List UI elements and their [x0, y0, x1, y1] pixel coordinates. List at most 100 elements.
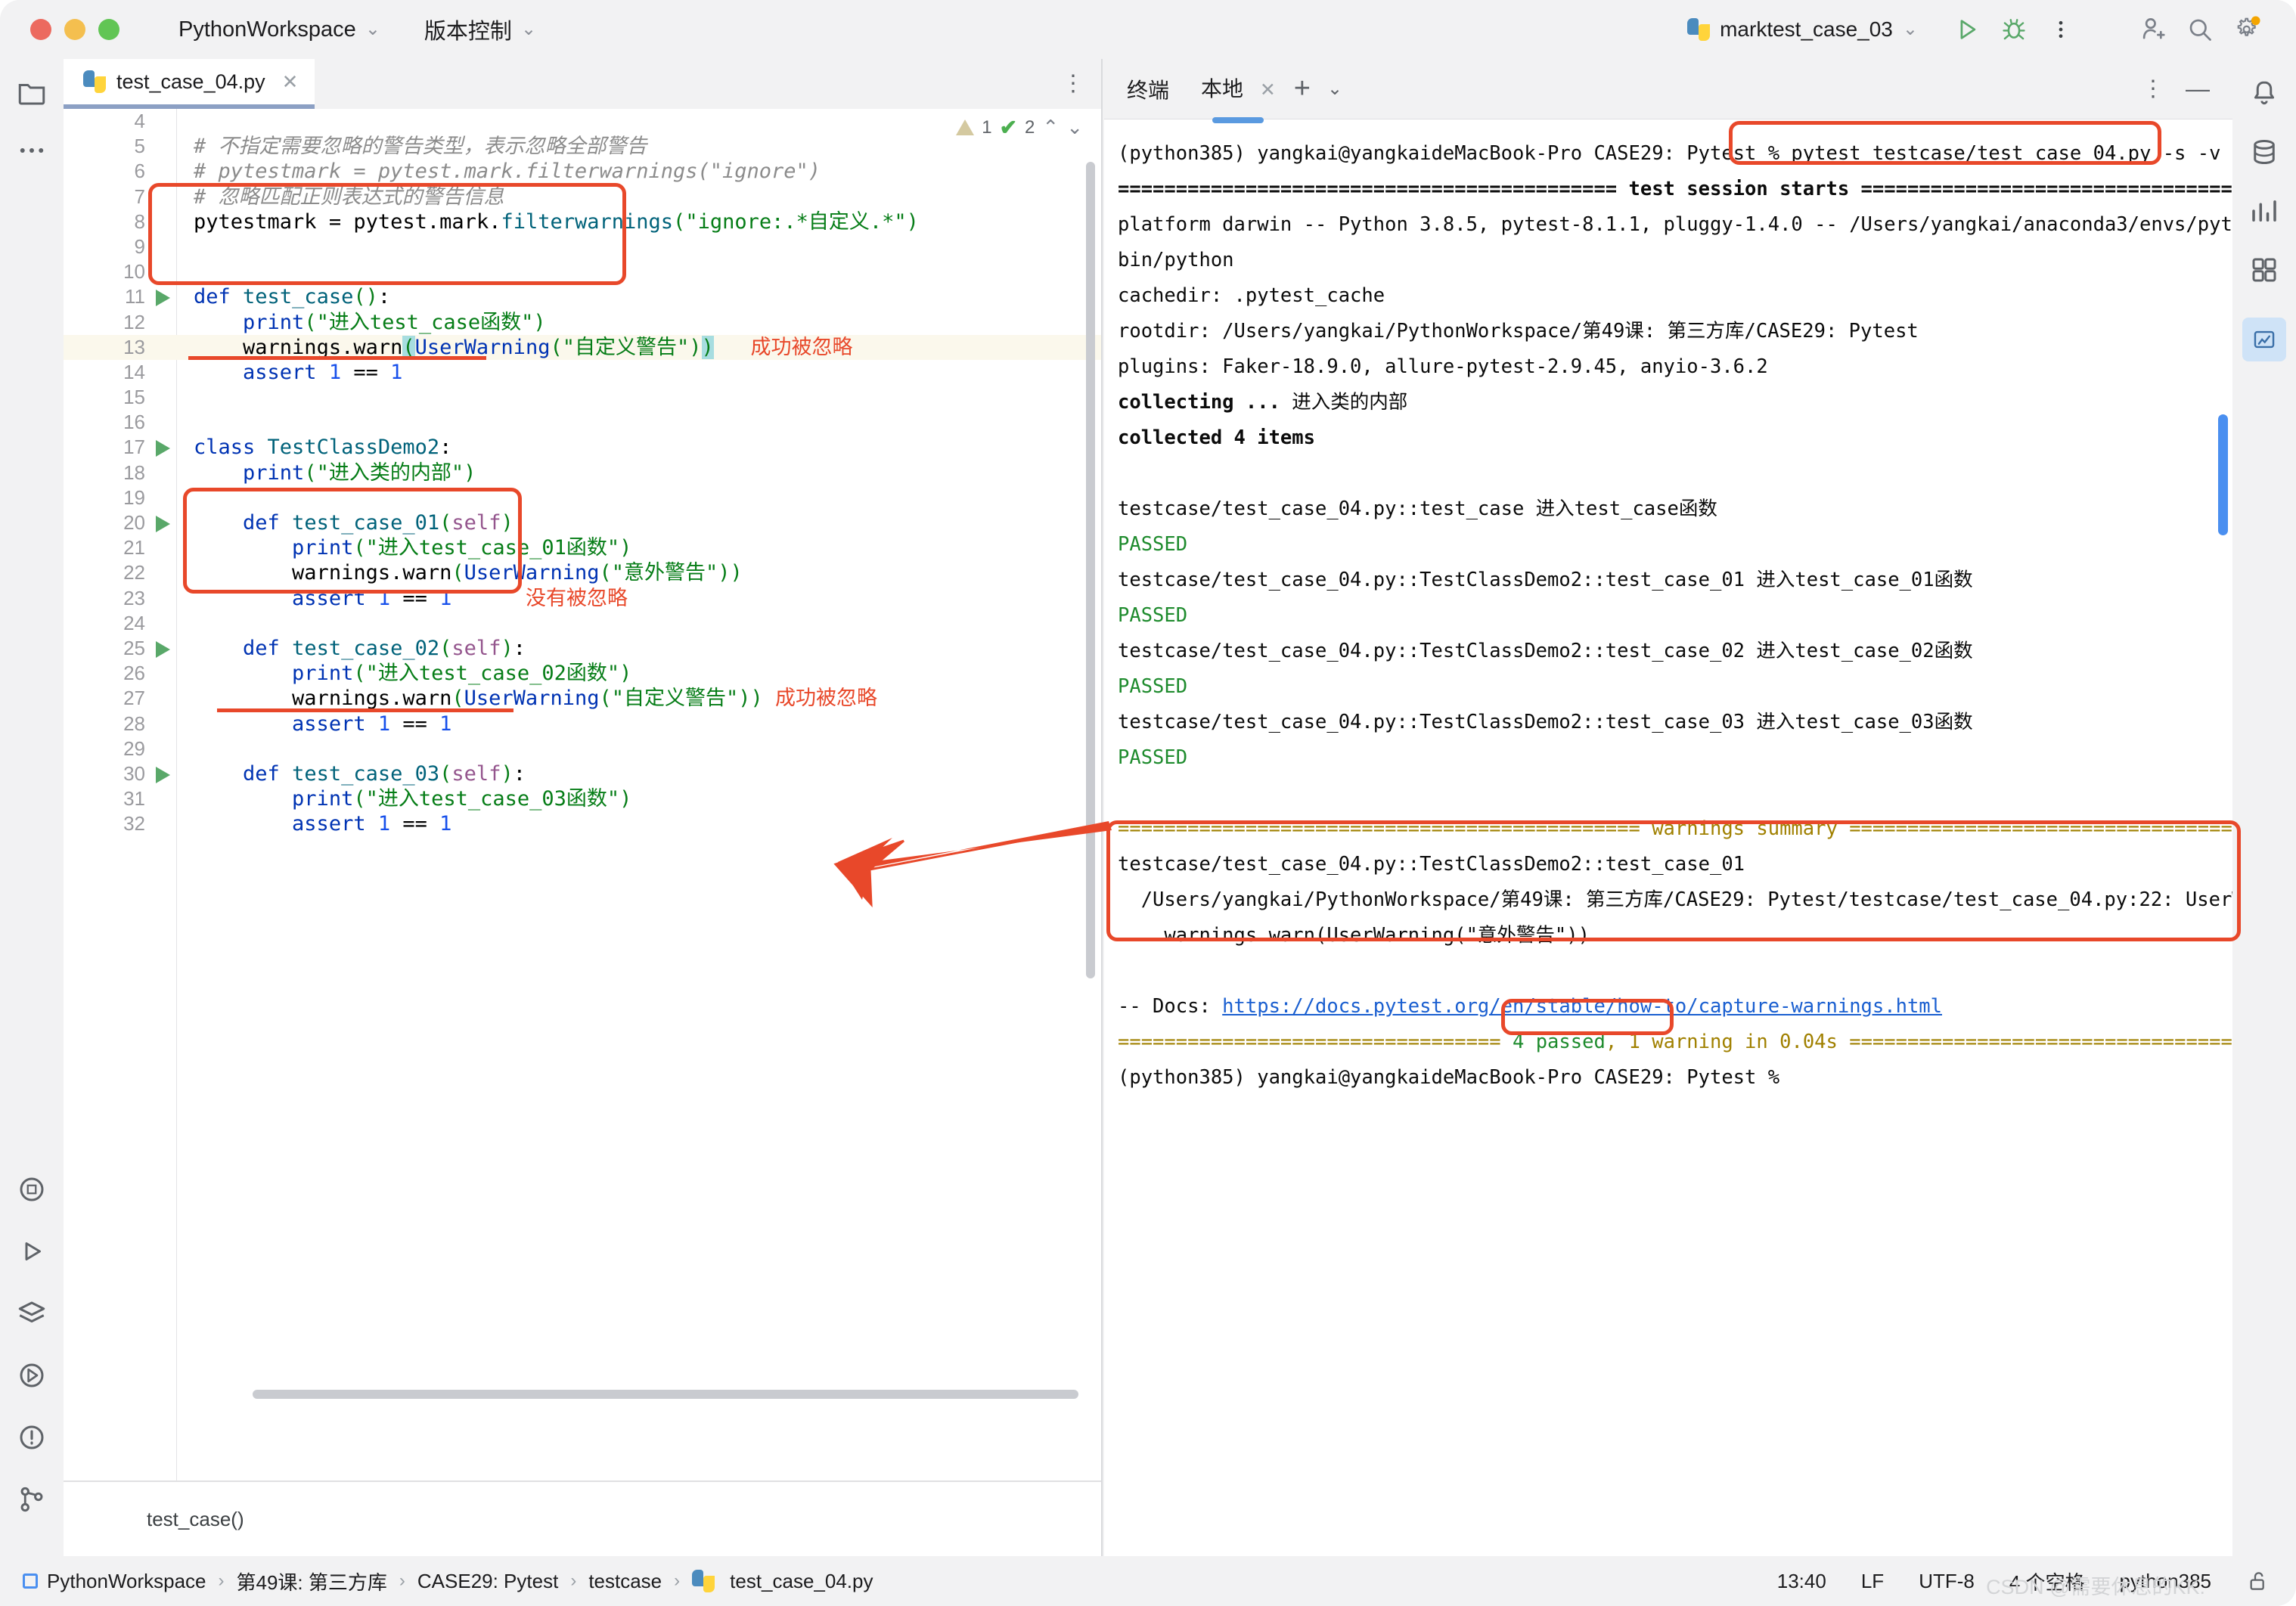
close-tab-icon[interactable]: ✕ — [282, 70, 299, 94]
line-number: 26 — [123, 662, 145, 685]
run-gutter-icon[interactable] — [156, 516, 170, 532]
status-line-ending[interactable]: LF — [1861, 1570, 1884, 1593]
code-line[interactable]: 4 — [64, 109, 1101, 134]
prev-problem-icon[interactable]: ⌃ — [1042, 116, 1059, 139]
version-control-icon[interactable] — [16, 1484, 48, 1515]
run-gutter-icon[interactable] — [156, 640, 170, 658]
code-line[interactable]: 19 — [64, 485, 1101, 510]
editor-vertical-scrollbar[interactable] — [1086, 162, 1095, 978]
line-number: 16 — [123, 411, 145, 434]
code-line[interactable]: 16 — [64, 410, 1101, 435]
settings-icon — [2237, 16, 2260, 36]
code-line[interactable]: 23 assert 1 == 1 没有被忽略 — [64, 586, 1101, 611]
breadcrumb-item[interactable]: PythonWorkspace — [47, 1570, 206, 1593]
project-folder-icon[interactable] — [16, 77, 48, 109]
new-terminal-tab-icon[interactable]: + — [1294, 73, 1311, 105]
services-icon[interactable] — [16, 1298, 48, 1329]
terminal-chevron-down-icon[interactable]: ⌄ — [1327, 78, 1342, 100]
hide-terminal-icon[interactable]: — — [2186, 75, 2210, 103]
code-line[interactable]: 11 def test_case(): — [64, 284, 1101, 309]
code-line[interactable]: 25 def test_case_02(self): — [64, 636, 1101, 661]
profiler-icon[interactable] — [2248, 195, 2280, 227]
run-gutter-icon[interactable] — [156, 290, 170, 307]
line-number: 8 — [134, 209, 145, 233]
inspection-widget[interactable]: 1 ✔ 2 ⌃ ⌄ — [956, 115, 1083, 140]
breadcrumb-item[interactable]: test_case_04.py — [730, 1570, 873, 1593]
debug-tool-window-icon[interactable] — [16, 1360, 48, 1391]
code-line[interactable]: 28 assert 1 == 1 — [64, 712, 1101, 736]
python-console-icon[interactable] — [16, 1173, 48, 1205]
editor-horizontal-scrollbar[interactable] — [253, 1390, 1078, 1399]
python-icon — [1687, 18, 1711, 41]
maximize-window-button[interactable] — [98, 19, 119, 40]
code-line[interactable]: 22 warnings.warn(UserWarning("意外警告")) — [64, 560, 1101, 585]
code-line[interactable]: 20 def test_case_01(self): — [64, 510, 1101, 535]
run-tool-window-icon[interactable] — [16, 1236, 48, 1267]
add-user-button[interactable] — [2130, 6, 2177, 53]
line-content: def test_case(): — [194, 285, 391, 309]
code-line[interactable]: 10 — [64, 259, 1101, 284]
breadcrumb-item[interactable]: 第49课: 第三方库 — [237, 1567, 387, 1595]
vcs-menu[interactable]: 版本控制 ⌄ — [424, 14, 536, 45]
more-tool-windows-icon[interactable] — [16, 135, 48, 166]
terminal-line: /Users/yangkai/PythonWorkspace/第49课: 第三方… — [1118, 888, 2232, 911]
window-controls[interactable] — [30, 19, 119, 40]
search-button[interactable] — [2177, 6, 2223, 53]
code-line[interactable]: 18 print("进入类的内部") — [64, 460, 1101, 485]
more-options-button[interactable] — [2037, 6, 2084, 53]
code-line[interactable]: 26 print("进入test_case_02函数") — [64, 661, 1101, 686]
project-menu[interactable]: PythonWorkspace ⌄ — [178, 17, 380, 42]
close-terminal-tab-icon[interactable]: ✕ — [1260, 79, 1276, 101]
code-line[interactable]: 17 class TestClassDemo2: — [64, 435, 1101, 460]
editor-options-icon[interactable]: ⋮ — [1062, 73, 1084, 95]
code-line[interactable]: 12 print("进入test_case函数") — [64, 310, 1101, 335]
line-number: 28 — [123, 712, 145, 735]
line-number: 13 — [123, 335, 145, 358]
plugins-icon[interactable] — [2248, 254, 2280, 286]
code-line[interactable]: 7 # 忽略匹配正则表达式的警告信息 — [64, 184, 1101, 209]
editor-tab-test-case-04[interactable]: test_case_04.py ✕ — [64, 59, 315, 109]
code-line[interactable]: 31 print("进入test_case_03函数") — [64, 786, 1101, 811]
code-lines[interactable]: 4 5 # 不指定需要忽略的警告类型，表示忽略全部警告 6 # pytestmark =… — [64, 109, 1101, 1480]
code-line[interactable]: 30 def test_case_03(self): — [64, 761, 1101, 786]
code-line[interactable]: 32 assert 1 == 1 — [64, 811, 1101, 836]
breadcrumb-separator: › — [674, 1570, 681, 1591]
code-line[interactable]: 24 — [64, 611, 1101, 636]
search-icon — [2189, 19, 2211, 41]
terminal-tab-local[interactable]: 本地 ✕ — [1201, 73, 1276, 106]
run-gutter-icon[interactable] — [156, 766, 170, 783]
debug-button[interactable] — [1990, 6, 2037, 53]
code-line[interactable]: 29 — [64, 736, 1101, 761]
breadcrumb[interactable]: PythonWorkspace › 第49课: 第三方库 › CASE29: Pytes… — [47, 1567, 873, 1595]
run-gutter-icon[interactable] — [156, 440, 170, 457]
project-indicator-icon — [23, 1573, 38, 1589]
run-button[interactable] — [1944, 6, 1990, 53]
code-line[interactable]: 6 # pytestmark = pytest.mark.filterwarnin… — [64, 159, 1101, 186]
ai-assistant-button[interactable] — [2242, 318, 2286, 361]
code-line[interactable]: 9 — [64, 234, 1101, 259]
code-editor[interactable]: 1 ✔ 2 ⌃ ⌄ 4 5 # 不指定需要忽略的警告类型，表示忽略全部警告 6 # py… — [64, 109, 1101, 1480]
line-number: 30 — [123, 761, 145, 785]
close-window-button[interactable] — [30, 19, 51, 40]
notifications-icon[interactable] — [2248, 77, 2280, 109]
code-line[interactable]: 21 print("进入test_case_01函数") — [64, 535, 1101, 560]
code-line[interactable]: 27 warnings.warn(UserWarning("自定义警告")) 成… — [64, 686, 1101, 711]
editor-tab-actions[interactable]: ⋮ — [1062, 59, 1101, 109]
database-icon[interactable] — [2248, 136, 2280, 168]
code-line[interactable]: 14 assert 1 == 1 — [64, 360, 1101, 385]
terminal-output[interactable]: (python385) yangkai@yangkaideMacBook-Pro… — [1104, 119, 2232, 1556]
code-line[interactable]: 8 pytestmark = pytest.mark.filterwarnings… — [64, 209, 1101, 234]
code-line[interactable]: 15 — [64, 385, 1101, 410]
terminal-scrollbar[interactable] — [2218, 414, 2228, 535]
unlocked-icon[interactable] — [2246, 1569, 2270, 1593]
next-problem-icon[interactable]: ⌄ — [1066, 116, 1083, 139]
status-encoding[interactable]: UTF-8 — [1919, 1570, 1975, 1593]
breadcrumb-item[interactable]: CASE29: Pytest — [417, 1570, 558, 1593]
problems-icon[interactable] — [16, 1422, 48, 1453]
breadcrumb-item[interactable]: testcase — [588, 1570, 662, 1593]
minimize-window-button[interactable] — [64, 19, 85, 40]
terminal-options-icon[interactable]: ⋮ — [2142, 77, 2164, 101]
run-configuration-selector[interactable]: marktest_case_03 ⌄ — [1687, 17, 1918, 42]
settings-button[interactable] — [2223, 6, 2270, 53]
code-line[interactable]: 5 # 不指定需要忽略的警告类型，表示忽略全部警告 — [64, 134, 1101, 159]
